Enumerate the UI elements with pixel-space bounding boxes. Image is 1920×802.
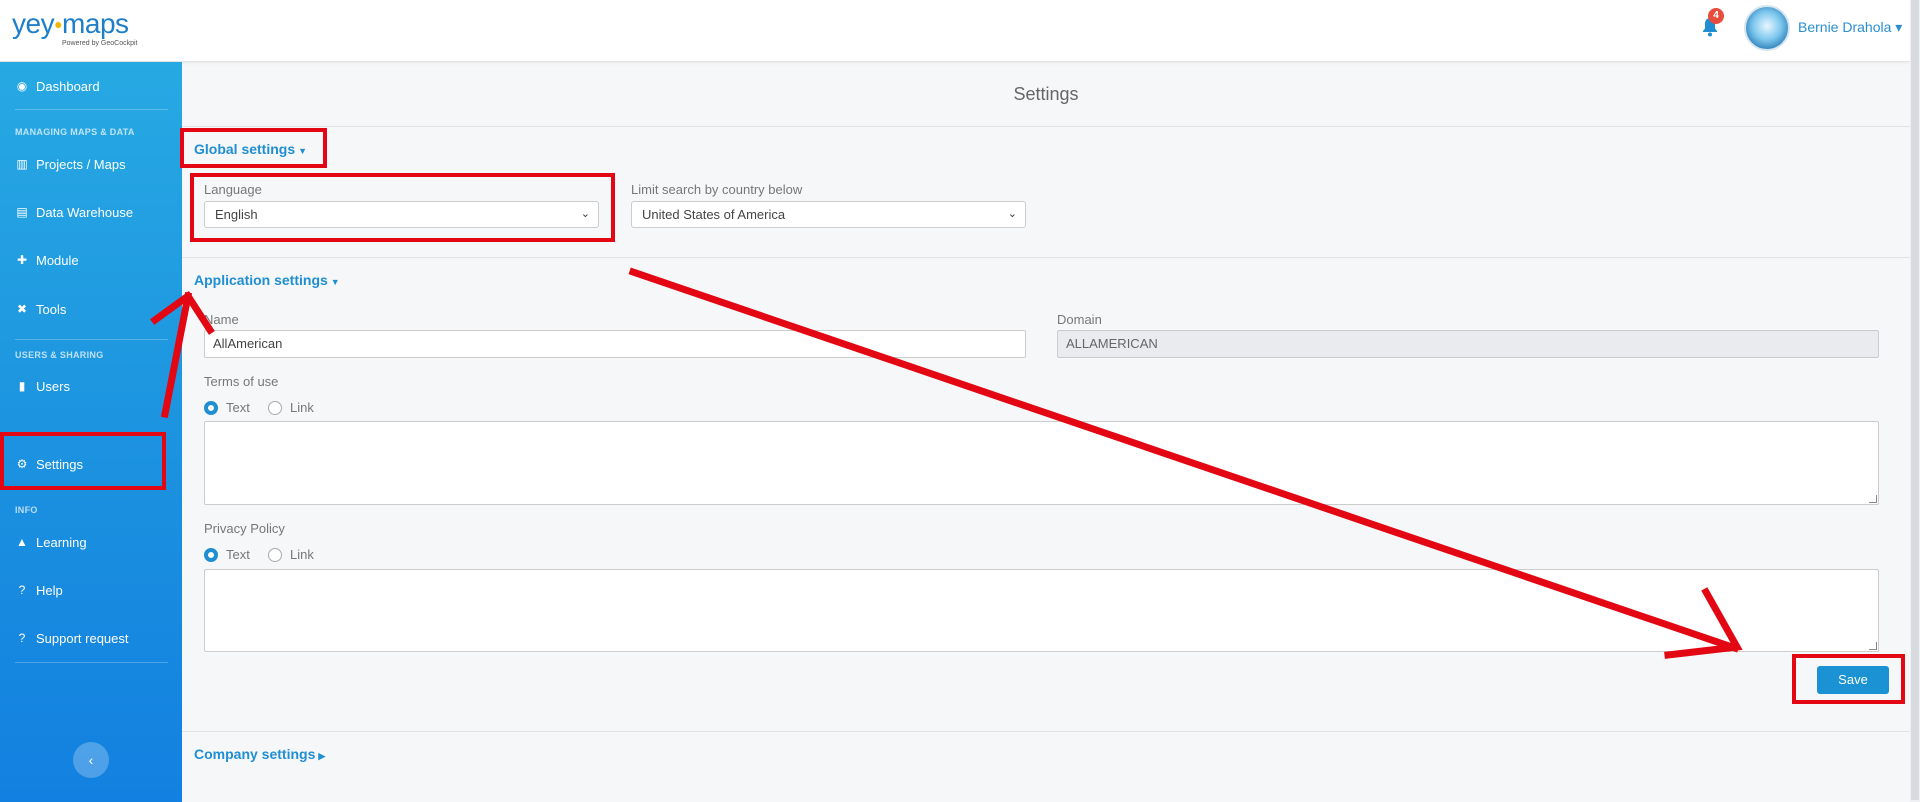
sidebar-item-data-warehouse[interactable]: ▤ Data Warehouse — [0, 196, 182, 228]
divider — [182, 731, 1910, 732]
logo[interactable]: yey●maps Powered by GeoCockpit — [12, 8, 138, 48]
caret-down-icon: ▼ — [330, 277, 340, 287]
annotation-box — [1792, 654, 1905, 704]
terms-radio-link[interactable]: Link — [268, 400, 314, 415]
sidebar-item-projects[interactable]: ▥ Projects / Maps — [0, 148, 182, 180]
sidebar-item-support[interactable]: ? Support request — [0, 622, 182, 654]
scrollbar-thumb[interactable] — [1911, 0, 1919, 800]
application-settings-toggle[interactable]: Application settings ▼ — [194, 272, 340, 288]
radio-unchecked-icon — [268, 547, 282, 562]
top-bar: yey●maps Powered by GeoCockpit 4 Bernie … — [0, 0, 1910, 62]
name-input[interactable]: AllAmerican — [204, 330, 1026, 358]
privacy-textarea[interactable] — [204, 569, 1879, 652]
pin-icon: ● — [54, 16, 63, 32]
radio-label: Link — [290, 547, 314, 562]
radio-checked-icon — [204, 400, 218, 415]
caret-right-icon: ▶ — [318, 751, 326, 761]
sidebar-item-learning[interactable]: ▲ Learning — [0, 526, 182, 558]
annotation-box — [180, 128, 327, 168]
tools-icon: ✖ — [16, 302, 28, 316]
annotation-box — [0, 432, 166, 490]
country-label: Limit search by country below — [631, 182, 803, 197]
radio-label: Text — [226, 400, 250, 415]
logo-text-2: maps — [62, 8, 129, 39]
puzzle-icon: ✚ — [16, 253, 28, 267]
question-icon: ? — [18, 583, 26, 597]
avatar[interactable] — [1744, 5, 1790, 51]
divider — [182, 257, 1910, 258]
sidebar-item-label: Data Warehouse — [36, 204, 134, 220]
sidebar-item-label: Support request — [36, 630, 129, 646]
clipboard-icon: ▮ — [18, 379, 26, 393]
domain-label: Domain — [1057, 312, 1102, 327]
divider — [182, 126, 1910, 127]
palette-icon: ◉ — [16, 79, 28, 93]
radio-unchecked-icon — [268, 400, 282, 415]
page-title: Settings — [1013, 84, 1079, 104]
radio-label: Text — [226, 547, 250, 562]
question-icon: ? — [18, 631, 26, 645]
sidebar-item-label: Help — [36, 582, 63, 598]
resize-grip-icon[interactable] — [1869, 642, 1877, 650]
resize-grip-icon[interactable] — [1869, 495, 1877, 503]
country-value: United States of America — [642, 207, 786, 222]
divider — [15, 662, 168, 663]
section-info: INFO — [15, 505, 38, 515]
company-settings-toggle[interactable]: Company settings ▶ — [194, 746, 325, 762]
chevron-down-icon: ⌄ — [1007, 208, 1017, 220]
divider — [15, 339, 168, 340]
sidebar-item-tools[interactable]: ✖ Tools — [0, 293, 182, 325]
user-menu[interactable]: Bernie Drahola ▾ — [1798, 19, 1902, 36]
map-icon: ▥ — [16, 157, 28, 171]
privacy-label: Privacy Policy — [204, 521, 285, 536]
sidebar-item-label: Projects / Maps — [36, 156, 126, 172]
divider — [15, 109, 168, 110]
radio-label: Link — [290, 400, 314, 415]
terms-textarea[interactable] — [204, 421, 1879, 505]
company-settings-title: Company settings — [194, 746, 316, 762]
sidebar-item-label: Tools — [36, 301, 67, 317]
collapse-sidebar-button[interactable]: ‹ — [73, 742, 109, 778]
sidebar-item-users[interactable]: ▮ Users — [0, 370, 182, 402]
logo-tagline: Powered by GeoCockpit — [62, 40, 138, 47]
warehouse-icon: ▤ — [16, 205, 28, 219]
privacy-radio-text[interactable]: Text — [204, 547, 250, 562]
sidebar-item-help[interactable]: ? Help — [0, 574, 182, 606]
sidebar-item-label: Users — [36, 378, 70, 394]
logo-text: yey — [12, 8, 55, 39]
name-label: Name — [204, 312, 239, 327]
terms-radio-text[interactable]: Text — [204, 400, 250, 415]
sidebar-item-dashboard[interactable]: ◉ Dashboard — [0, 70, 182, 102]
section-maps: MANAGING MAPS & DATA — [15, 127, 135, 137]
sidebar-item-label: Module — [36, 252, 79, 268]
terms-label: Terms of use — [204, 374, 279, 389]
section-users: USERS & SHARING — [15, 350, 104, 360]
country-select[interactable]: United States of America ⌄ — [631, 201, 1026, 228]
graduation-cap-icon: ▲ — [16, 535, 28, 549]
notification-badge: 4 — [1708, 8, 1724, 24]
sidebar-item-module[interactable]: ✚ Module — [0, 244, 182, 276]
domain-input: ALLAMERICAN — [1057, 330, 1879, 358]
sidebar-item-label: Learning — [36, 534, 87, 550]
sidebar-item-label: Dashboard — [36, 78, 100, 94]
application-settings-title: Application settings — [194, 272, 328, 288]
privacy-radio-link[interactable]: Link — [268, 547, 314, 562]
annotation-box — [190, 173, 615, 242]
radio-checked-icon — [204, 547, 218, 562]
